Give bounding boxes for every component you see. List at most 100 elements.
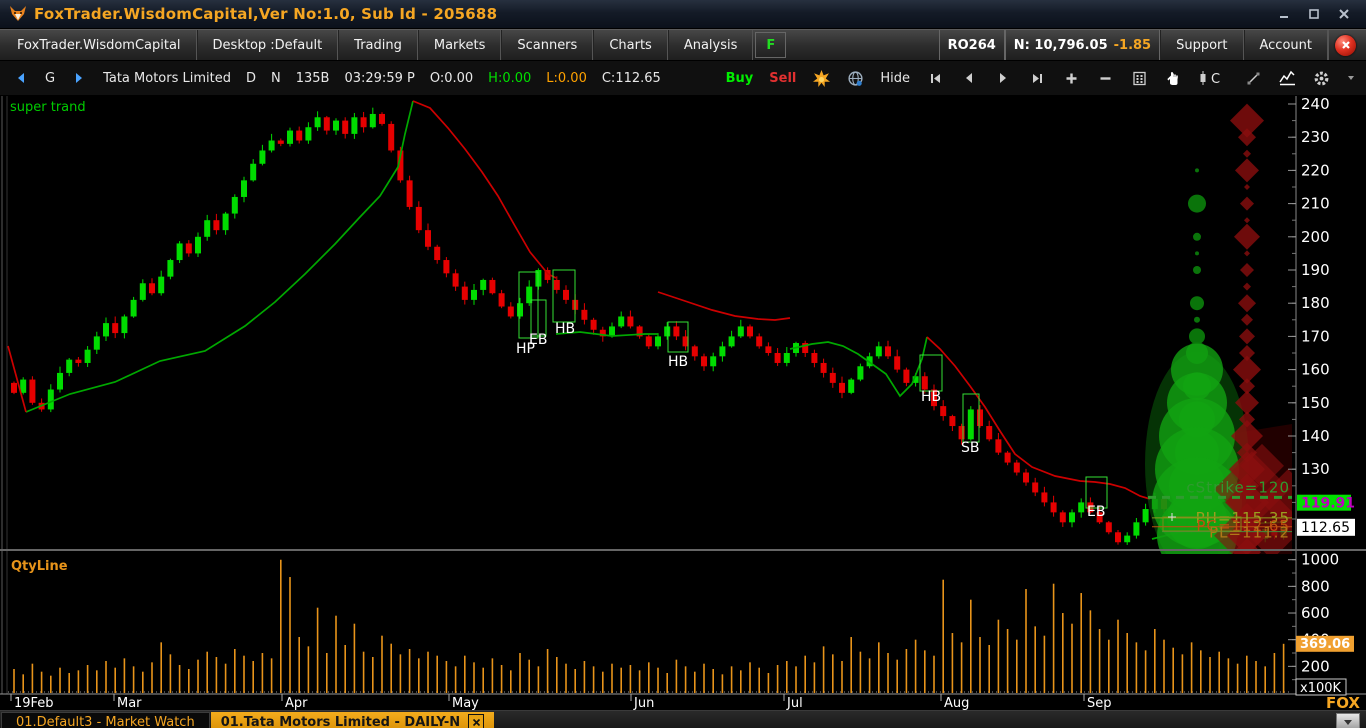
price-chart-canvas[interactable]: HPEBHBHBHBSBEBcStrike=120PH=115.35PC=112…	[0, 96, 1366, 710]
pan-right-icon[interactable]	[994, 69, 1012, 87]
svg-text:FOX: FOX	[1326, 694, 1360, 710]
index-value: 10,796.05	[1034, 38, 1107, 53]
close-value: C:112.65	[602, 71, 661, 86]
taskbar-item-market-watch[interactable]: 01.Default3 - Market Watch	[1, 712, 210, 728]
last-time: 03:29:59 P	[344, 71, 414, 86]
svg-text:220: 220	[1301, 161, 1330, 179]
zoom-in-icon[interactable]	[1062, 69, 1080, 87]
trendline-tool-icon[interactable]	[1244, 69, 1262, 87]
supertrend-layer	[8, 101, 1285, 539]
candle-style-icon[interactable]: C	[1198, 69, 1228, 87]
chart-area: HPEBHBHBHBSBEBcStrike=120PH=115.35PC=112…	[0, 96, 1366, 710]
buy-button[interactable]: Buy	[726, 71, 754, 86]
svg-text:HB: HB	[921, 389, 941, 405]
toolbar-more-caret-icon[interactable]	[1346, 69, 1356, 87]
svg-text:150: 150	[1301, 394, 1330, 412]
svg-text:Mar: Mar	[117, 696, 142, 710]
index-change: -1.85	[1114, 38, 1151, 53]
pointer-hand-icon[interactable]	[1164, 69, 1182, 87]
taskbar-tab-label: 01.Tata Motors Limited - DAILY-N	[221, 715, 460, 728]
svg-text:SB: SB	[961, 440, 980, 456]
window-title: FoxTrader.WisdomCapital,Ver No:1.0, Sub …	[34, 5, 497, 23]
svg-text:240: 240	[1301, 96, 1330, 113]
menu-f-shortcut[interactable]: F	[755, 32, 786, 58]
svg-text:Jul: Jul	[786, 696, 803, 710]
app-window: FoxTrader.WisdomCapital,Ver No:1.0, Sub …	[0, 0, 1366, 728]
chart-toolbar: G Tata Motors Limited D N 135B 03:29:59 …	[0, 61, 1366, 96]
group-label[interactable]: G	[45, 71, 55, 86]
svg-text:EB: EB	[1087, 504, 1105, 520]
svg-text:600: 600	[1301, 604, 1330, 622]
svg-text:HB: HB	[668, 354, 688, 370]
candle-style-letter: C	[1211, 72, 1220, 86]
svg-text:210: 210	[1301, 195, 1330, 213]
user-code-box: RO264	[939, 30, 1005, 60]
svg-text:19Feb: 19Feb	[14, 696, 54, 710]
menu-trading[interactable]: Trading	[338, 30, 418, 60]
indicator-chart-icon[interactable]	[1278, 69, 1296, 87]
svg-text:EB: EB	[529, 332, 547, 348]
menu-desktop[interactable]: Desktop :Default	[197, 30, 339, 60]
symbol-prev-icon[interactable]	[12, 69, 30, 87]
menu-scanners[interactable]: Scanners	[501, 30, 593, 60]
menu-account[interactable]: Account	[1244, 30, 1329, 60]
svg-text:140: 140	[1301, 427, 1330, 445]
svg-text:super trand: super trand	[10, 100, 86, 115]
menu-markets[interactable]: Markets	[418, 30, 501, 60]
window-controls	[1276, 7, 1360, 21]
svg-text:119.91: 119.91	[1301, 496, 1355, 512]
taskbar-tab-chart-active[interactable]: 01.Tata Motors Limited - DAILY-N	[211, 712, 494, 728]
dropdown-caret-icon	[1343, 718, 1353, 726]
menu-analysis[interactable]: Analysis	[668, 30, 754, 60]
pan-left-icon[interactable]	[960, 69, 978, 87]
go-last-icon[interactable]	[1028, 69, 1046, 87]
bar-count: 135B	[296, 71, 330, 86]
settings-gear-icon[interactable]	[1312, 69, 1330, 87]
sell-button[interactable]: Sell	[769, 71, 796, 86]
open-value: O:0.00	[430, 71, 473, 86]
svg-text:112.65: 112.65	[1301, 520, 1350, 536]
pattern-boxes-layer: HPEBHBHBHBSBEB	[516, 270, 1107, 520]
menubar-right: RO264 N: 10,796.05 -1.85 Support Account	[939, 30, 1366, 60]
go-first-icon[interactable]	[926, 69, 944, 87]
taskbar-dropdown-button[interactable]	[1336, 713, 1360, 728]
toolbar-left: G Tata Motors Limited D N 135B 03:29:59 …	[0, 69, 661, 87]
hide-button[interactable]: Hide	[880, 71, 910, 86]
fox-logo-icon	[8, 5, 28, 23]
tab-close-icon[interactable]	[468, 714, 484, 728]
svg-text:369.06: 369.06	[1300, 637, 1350, 652]
index-prefix: N:	[1014, 38, 1030, 53]
session-label[interactable]: N	[271, 71, 281, 86]
svg-text:200: 200	[1301, 657, 1330, 675]
symbol-name[interactable]: Tata Motors Limited	[103, 71, 231, 86]
svg-text:Aug: Aug	[944, 696, 969, 710]
grid-settings-icon[interactable]	[1130, 69, 1148, 87]
maximize-button[interactable]	[1306, 7, 1322, 21]
close-button[interactable]	[1336, 7, 1352, 21]
interval-label[interactable]: D	[246, 71, 256, 86]
user-code: RO264	[948, 38, 996, 53]
volume-layer	[8, 560, 1292, 693]
menu-foxtrader[interactable]: FoxTrader.WisdomCapital	[2, 30, 197, 60]
svg-text:190: 190	[1301, 261, 1330, 279]
menu-support[interactable]: Support	[1160, 30, 1243, 60]
svg-text:cStrike=120: cStrike=120	[1186, 478, 1290, 496]
menu-charts[interactable]: Charts	[593, 30, 668, 60]
globe-icon[interactable]	[846, 69, 864, 87]
svg-text:170: 170	[1301, 327, 1330, 345]
svg-text:200: 200	[1301, 228, 1330, 246]
svg-text:800: 800	[1301, 577, 1330, 595]
symbol-next-icon[interactable]	[70, 69, 88, 87]
low-value: L:0.00	[546, 71, 587, 86]
svg-text:HB: HB	[555, 321, 575, 337]
alert-icon[interactable]	[812, 69, 830, 87]
zoom-out-icon[interactable]	[1096, 69, 1114, 87]
exit-app-button[interactable]	[1335, 35, 1356, 56]
high-value: H:0.00	[488, 71, 531, 86]
svg-text:Sep: Sep	[1087, 696, 1112, 710]
menubar: FoxTrader.WisdomCapital Desktop :Default…	[0, 29, 1366, 61]
svg-text:160: 160	[1301, 361, 1330, 379]
minimize-button[interactable]	[1276, 7, 1292, 21]
svg-text:130: 130	[1301, 460, 1330, 478]
svg-text:Apr: Apr	[285, 696, 308, 710]
